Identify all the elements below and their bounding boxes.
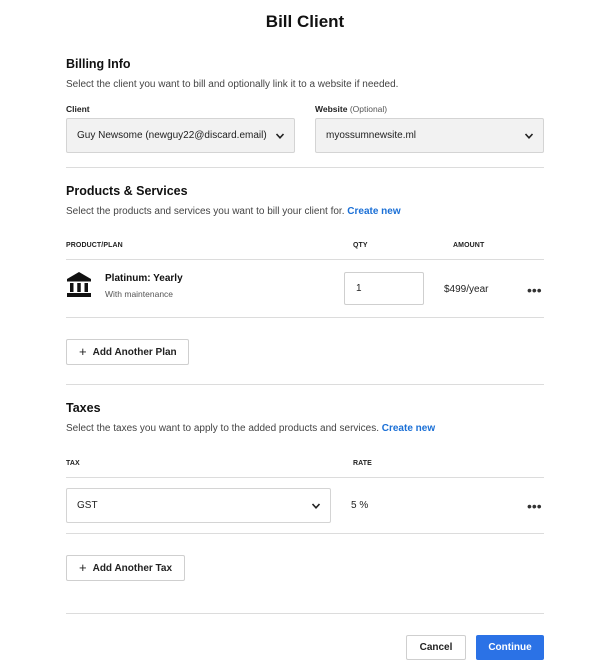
row-divider [66, 317, 544, 318]
taxes-description-text: Select the taxes you want to apply to th… [66, 423, 379, 434]
products-description: Select the products and services you wan… [66, 206, 401, 217]
taxes-heading: Taxes [66, 401, 101, 415]
col-product-plan: PRODUCT/PLAN [66, 242, 123, 249]
plus-icon: + [79, 344, 87, 359]
quantity-input[interactable] [344, 272, 424, 305]
billing-info-heading: Billing Info [66, 57, 131, 71]
dialog-title: Bill Client [265, 12, 345, 31]
add-another-plan-button[interactable]: + Add Another Plan [66, 339, 189, 365]
products-heading: Products & Services [66, 184, 188, 198]
col-rate: RATE [353, 460, 372, 467]
products-create-new-link[interactable]: Create new [347, 206, 400, 217]
chevron-down-icon [311, 503, 321, 509]
col-amount: AMOUNT [453, 242, 485, 249]
section-divider [66, 384, 544, 385]
row-divider [66, 533, 544, 534]
taxes-description: Select the taxes you want to apply to th… [66, 423, 435, 434]
client-select-value: Guy Newsome (newguy22@discard.email) [77, 130, 267, 141]
more-options-icon[interactable]: ••• [527, 283, 542, 297]
table-header-divider [66, 477, 544, 478]
products-description-text: Select the products and services you wan… [66, 206, 345, 217]
chevron-down-icon [524, 133, 534, 139]
add-another-tax-label: Add Another Tax [92, 562, 173, 574]
client-label: Client [66, 104, 90, 114]
tax-select[interactable]: GST [66, 488, 331, 523]
cancel-button[interactable]: Cancel [406, 635, 466, 660]
tax-select-value: GST [77, 500, 98, 511]
col-tax: TAX [66, 460, 80, 467]
plus-icon: + [79, 560, 87, 575]
col-qty: QTY [353, 242, 368, 249]
continue-button[interactable]: Continue [476, 635, 544, 660]
section-divider [66, 167, 544, 168]
client-label-text: Client [66, 104, 90, 114]
website-label: Website (Optional) [315, 104, 387, 114]
billing-info-description: Select the client you want to bill and o… [66, 79, 399, 90]
tax-rate: 5 % [351, 500, 369, 511]
website-label-text: Website [315, 104, 348, 114]
bank-building-icon [67, 272, 91, 297]
footer-divider [66, 613, 544, 614]
add-another-tax-button[interactable]: + Add Another Tax [66, 555, 185, 581]
taxes-create-new-link[interactable]: Create new [382, 423, 435, 434]
website-optional-text: (Optional) [349, 104, 388, 114]
plan-subtitle: With maintenance [105, 289, 174, 299]
table-header-divider [66, 259, 544, 260]
plan-name: Platinum: Yearly [105, 273, 183, 284]
website-select[interactable]: myossumnewsite.ml [315, 118, 544, 153]
add-another-plan-label: Add Another Plan [92, 346, 177, 358]
plan-amount: $499/year [444, 284, 489, 295]
more-options-icon[interactable]: ••• [527, 499, 542, 513]
chevron-down-icon [275, 133, 285, 139]
website-select-value: myossumnewsite.ml [326, 130, 417, 141]
client-select[interactable]: Guy Newsome (newguy22@discard.email) [66, 118, 295, 153]
